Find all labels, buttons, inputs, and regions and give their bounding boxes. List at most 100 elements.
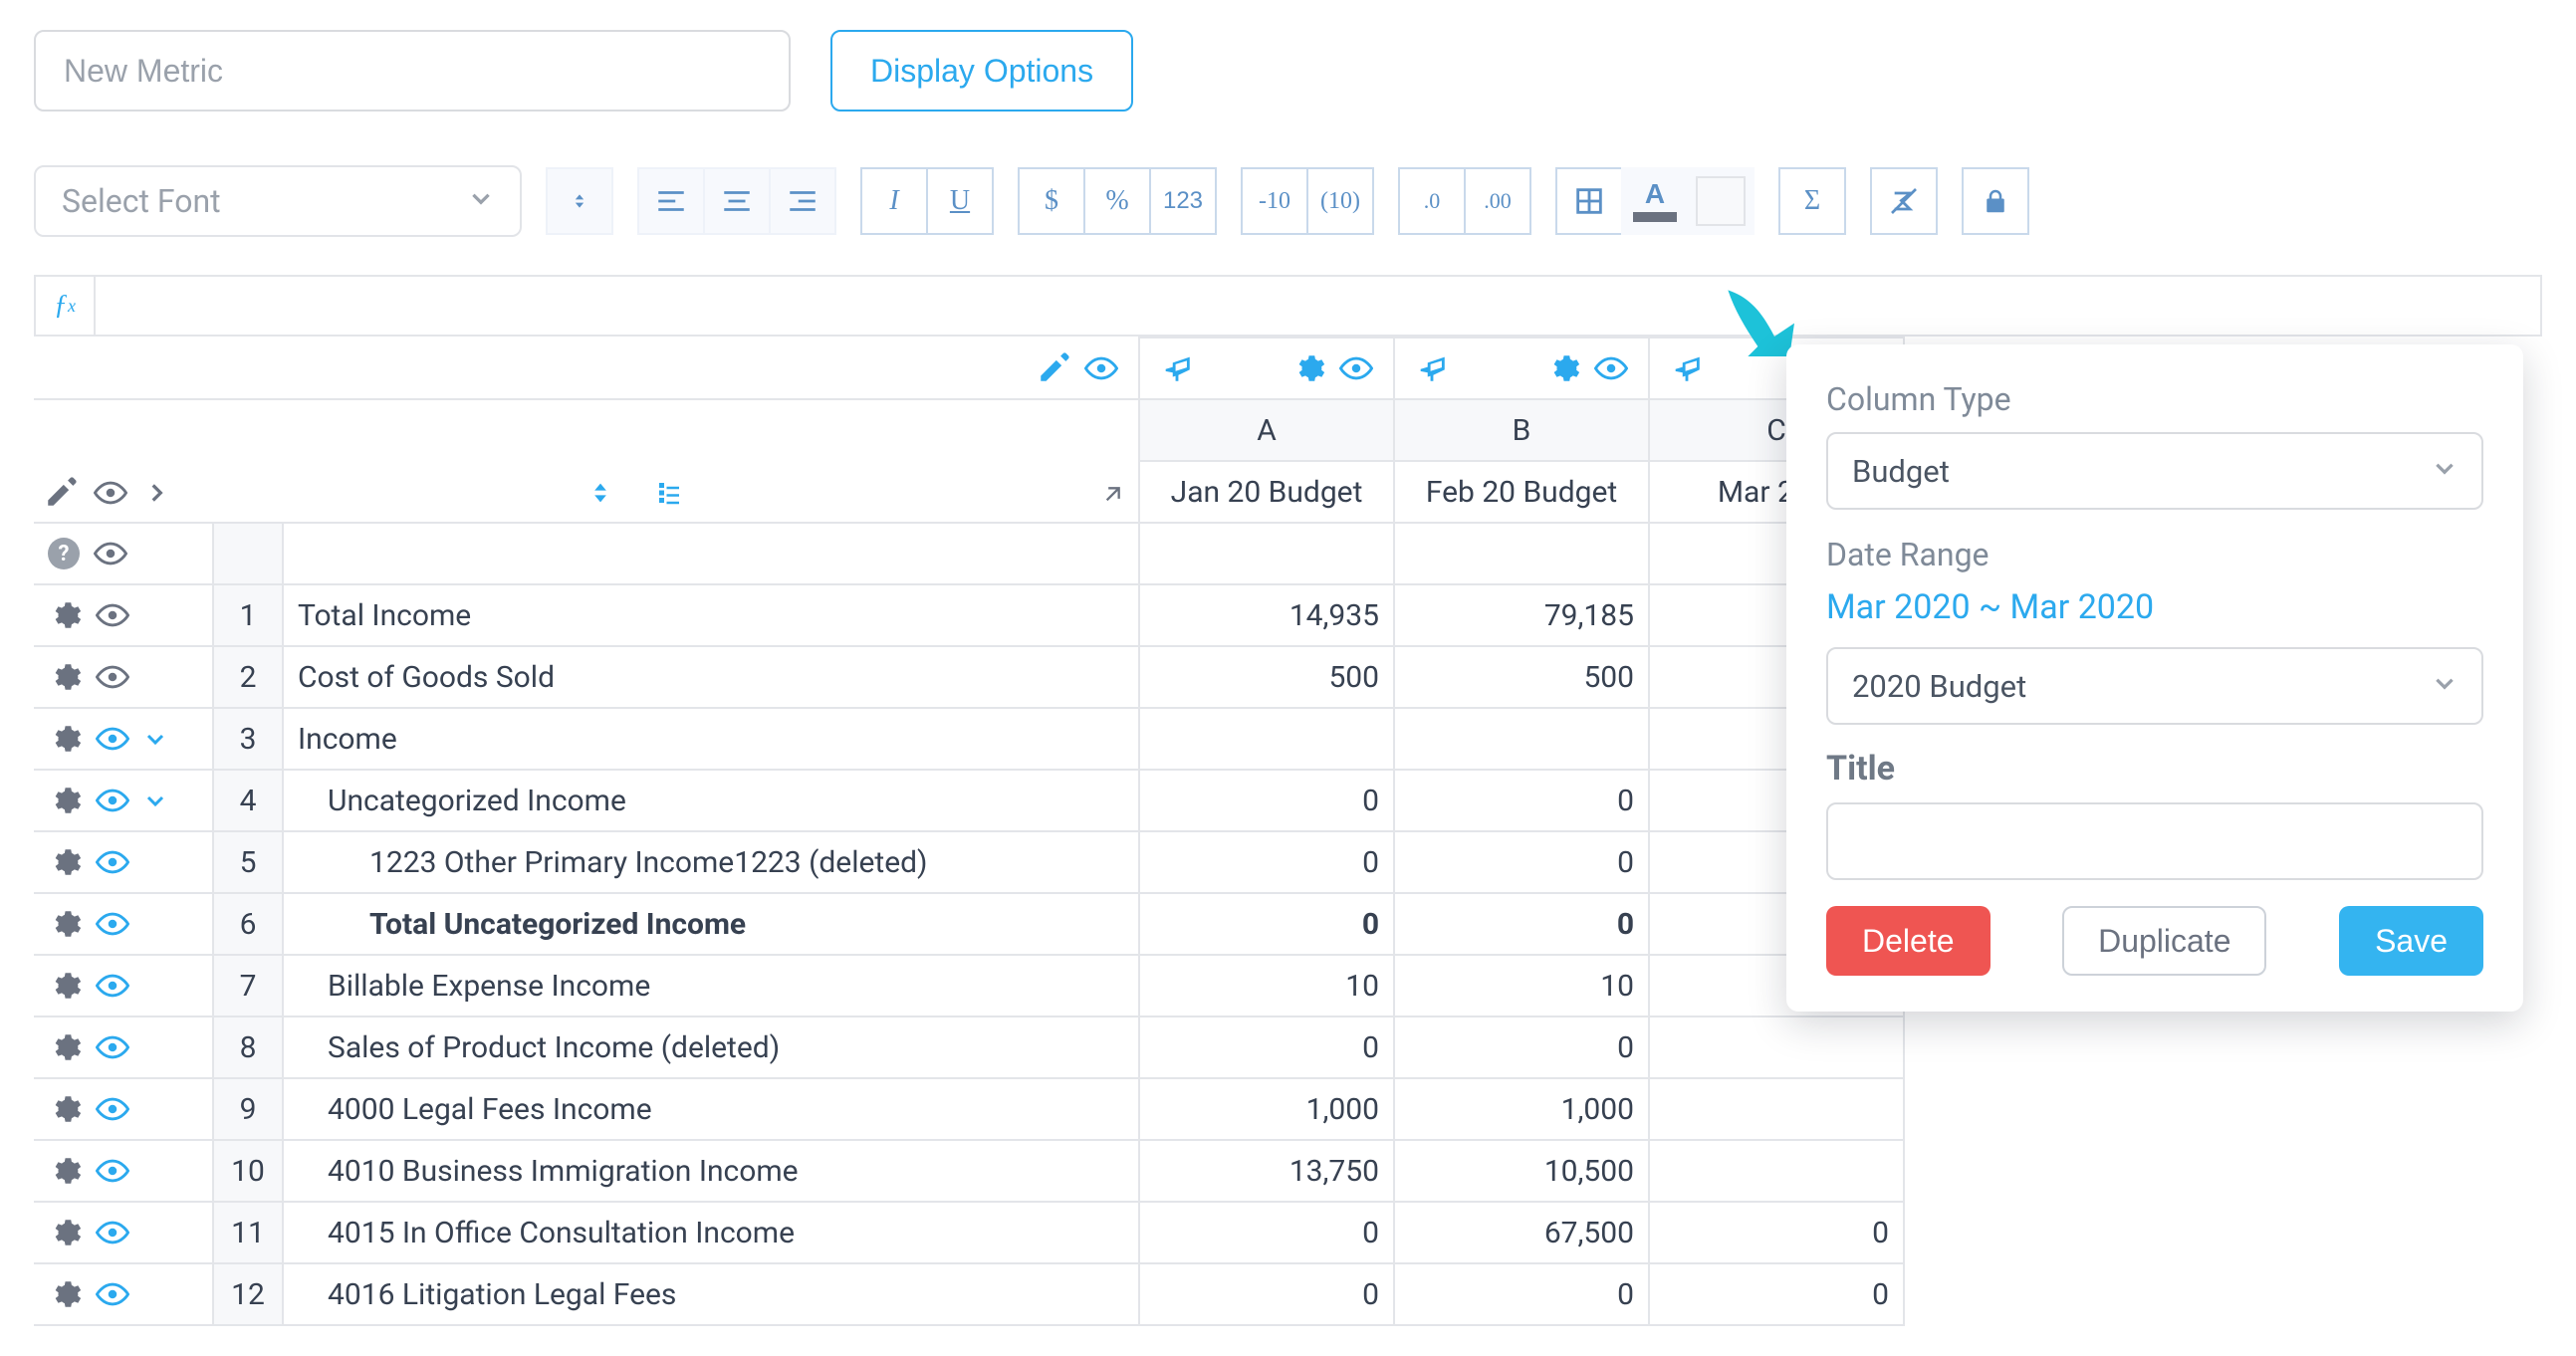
cell[interactable]: 10,500: [1394, 1140, 1649, 1202]
row-label[interactable]: 4016 Litigation Legal Fees: [283, 1263, 1139, 1325]
font-size-stepper[interactable]: [546, 167, 613, 235]
gear-icon[interactable]: [1546, 351, 1580, 385]
row-number[interactable]: 5: [213, 831, 283, 893]
cell[interactable]: 0: [1394, 770, 1649, 831]
row-label[interactable]: 4010 Business Immigration Income: [283, 1140, 1139, 1202]
gear-icon[interactable]: [48, 784, 82, 817]
eye-icon[interactable]: [96, 969, 129, 1003]
cell[interactable]: 0: [1139, 1017, 1394, 1078]
cell[interactable]: 14,935: [1139, 584, 1394, 646]
chevron-down-icon[interactable]: [143, 727, 167, 751]
cell[interactable]: 0: [1139, 1202, 1394, 1263]
cell[interactable]: [1649, 1017, 1904, 1078]
row-number[interactable]: 4: [213, 770, 283, 831]
cell[interactable]: 10: [1139, 955, 1394, 1017]
row-label[interactable]: Sales of Product Income (deleted): [283, 1017, 1139, 1078]
underline-button[interactable]: U: [926, 167, 994, 235]
telescope-icon[interactable]: [1415, 351, 1449, 385]
row-label[interactable]: [283, 523, 1139, 584]
column-type-select[interactable]: Budget: [1826, 432, 2483, 510]
display-options-button[interactable]: Display Options: [830, 30, 1133, 112]
row-number[interactable]: 8: [213, 1017, 283, 1078]
cell[interactable]: 13,750: [1139, 1140, 1394, 1202]
row-number[interactable]: 1: [213, 584, 283, 646]
gear-icon[interactable]: [48, 845, 82, 879]
row-label[interactable]: 1223 Other Primary Income1223 (deleted): [283, 831, 1139, 893]
cell[interactable]: [1649, 1078, 1904, 1140]
sum-button[interactable]: Σ: [1778, 167, 1846, 235]
number-format-button[interactable]: 123: [1149, 167, 1217, 235]
borders-button[interactable]: [1555, 167, 1623, 235]
fill-color-button[interactable]: [1687, 167, 1755, 235]
cell[interactable]: 0: [1139, 1263, 1394, 1325]
hierarchy-icon[interactable]: [654, 478, 684, 508]
align-center-button[interactable]: [703, 167, 771, 235]
row-number[interactable]: 12: [213, 1263, 283, 1325]
eye-icon[interactable]: [94, 476, 127, 510]
title-input[interactable]: [1826, 802, 2483, 880]
eye-icon[interactable]: [1339, 351, 1373, 385]
gear-icon[interactable]: [48, 1030, 82, 1064]
percent-format-button[interactable]: %: [1083, 167, 1151, 235]
align-right-button[interactable]: [769, 167, 836, 235]
cell[interactable]: 0: [1139, 831, 1394, 893]
font-select[interactable]: Select Font: [34, 165, 522, 237]
cell[interactable]: 1,000: [1139, 1078, 1394, 1140]
row-number[interactable]: 10: [213, 1140, 283, 1202]
chevron-down-icon[interactable]: [143, 789, 167, 812]
clear-formula-button[interactable]: [1870, 167, 1938, 235]
gear-icon[interactable]: [48, 907, 82, 941]
increase-decimal-button[interactable]: .00: [1464, 167, 1531, 235]
negative-plain-button[interactable]: -10: [1241, 167, 1308, 235]
gear-icon[interactable]: [1291, 351, 1325, 385]
cell[interactable]: 67,500: [1394, 1202, 1649, 1263]
gear-icon[interactable]: [48, 660, 82, 694]
eye-icon[interactable]: [96, 907, 129, 941]
eye-icon[interactable]: [96, 845, 129, 879]
row-number[interactable]: [213, 523, 283, 584]
pencil-icon[interactable]: [1037, 351, 1070, 385]
row-label[interactable]: 4000 Legal Fees Income: [283, 1078, 1139, 1140]
expand-diag-icon[interactable]: [1100, 479, 1128, 507]
telescope-icon[interactable]: [1670, 351, 1704, 385]
cell[interactable]: [1394, 708, 1649, 770]
metric-name-input[interactable]: [34, 30, 791, 112]
cell[interactable]: 0: [1649, 1202, 1904, 1263]
gear-icon[interactable]: [48, 1154, 82, 1188]
budget-select[interactable]: 2020 Budget: [1826, 647, 2483, 725]
currency-format-button[interactable]: $: [1018, 167, 1085, 235]
row-number[interactable]: 7: [213, 955, 283, 1017]
telescope-icon[interactable]: [1160, 351, 1194, 385]
row-label[interactable]: 4015 In Office Consultation Income: [283, 1202, 1139, 1263]
column-letter-B[interactable]: B: [1394, 399, 1649, 461]
gear-icon[interactable]: [48, 1277, 82, 1311]
cell[interactable]: 0: [1139, 770, 1394, 831]
formula-input[interactable]: [96, 277, 2540, 335]
row-label[interactable]: Billable Expense Income: [283, 955, 1139, 1017]
cell[interactable]: [1139, 523, 1394, 584]
duplicate-button[interactable]: Duplicate: [2062, 906, 2266, 976]
eye-icon[interactable]: [96, 1216, 129, 1249]
lock-button[interactable]: [1962, 167, 2029, 235]
eye-icon[interactable]: [96, 660, 129, 694]
chevron-right-icon[interactable]: [143, 480, 169, 506]
delete-button[interactable]: Delete: [1826, 906, 1991, 976]
sort-icon[interactable]: [586, 479, 614, 507]
italic-button[interactable]: I: [860, 167, 928, 235]
eye-icon[interactable]: [96, 1277, 129, 1311]
gear-icon[interactable]: [48, 598, 82, 632]
row-number[interactable]: 11: [213, 1202, 283, 1263]
cell[interactable]: 500: [1139, 646, 1394, 708]
cell[interactable]: 0: [1394, 893, 1649, 955]
cell[interactable]: [1394, 523, 1649, 584]
gear-icon[interactable]: [48, 722, 82, 756]
cell[interactable]: 0: [1394, 831, 1649, 893]
cell[interactable]: 10: [1394, 955, 1649, 1017]
cell[interactable]: 79,185: [1394, 584, 1649, 646]
eye-icon[interactable]: [1084, 351, 1118, 385]
cell[interactable]: 0: [1394, 1017, 1649, 1078]
row-label[interactable]: Uncategorized Income: [283, 770, 1139, 831]
row-label[interactable]: Total Income: [283, 584, 1139, 646]
align-left-button[interactable]: [637, 167, 705, 235]
row-number[interactable]: 9: [213, 1078, 283, 1140]
